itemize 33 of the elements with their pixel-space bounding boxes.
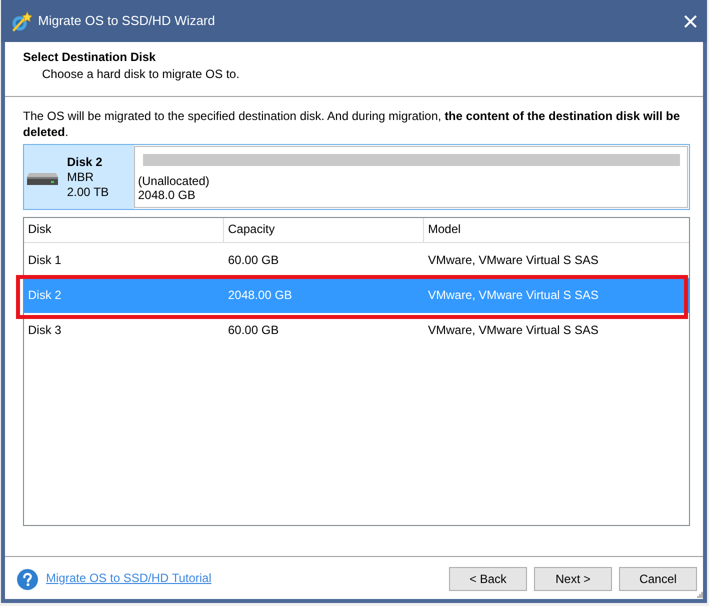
step-subtitle: Choose a hard disk to migrate OS to. <box>42 66 240 82</box>
description-text: The OS will be migrated to the specified destination disk. And during migration, the content of the destination disk will be deleted. <box>23 108 681 140</box>
help-icon[interactable] <box>17 569 38 590</box>
table-cell: Disk 3 <box>28 322 62 338</box>
disk-row[interactable]: Disk 3 60.00 GB VMware, VMware Virtual S SAS <box>24 313 689 348</box>
disk-name: Disk 2 <box>67 154 104 170</box>
column-header[interactable]: Capacity <box>224 218 424 242</box>
table-cell: 2048.00 GB <box>228 288 292 304</box>
window-title: Migrate OS to SSD/HD Wizard <box>38 12 215 30</box>
partition-label: (Unallocated) <box>138 174 210 188</box>
table-cell: VMware, VMware Virtual S SAS <box>428 252 599 268</box>
partition-scheme: MBR <box>67 170 95 184</box>
table-cell: 60.00 GB <box>228 252 279 268</box>
table-cell: VMware, VMware Virtual S SAS <box>428 322 599 338</box>
disk-row[interactable]: Disk 1 60.00 GB VMware, VMware Virtual S SAS <box>24 243 689 278</box>
partition-block[interactable]: (Unallocated) 2048.0 GB <box>134 146 688 208</box>
wizard-button[interactable]: Next > <box>534 567 612 591</box>
tutorial-link[interactable]: Migrate OS to SSD/HD Tutorial <box>46 571 212 587</box>
resize-grip-icon[interactable] <box>697 592 703 598</box>
table-cell: Disk 1 <box>28 252 62 268</box>
disk-size: 2.00 TB <box>67 184 109 200</box>
wizard-button[interactable]: Cancel <box>619 567 697 591</box>
step-title: Select Destination Disk <box>23 50 156 66</box>
disk-map-card[interactable]: Disk 2 MBR 2.00 TB (Unallocated) 2048.0 GB <box>23 144 690 210</box>
table-cell: VMware, VMware Virtual S SAS <box>428 288 599 304</box>
close-icon[interactable] <box>684 14 697 28</box>
table-cell: 60.00 GB <box>228 322 279 338</box>
partition-size: 2048.0 GB <box>138 188 196 202</box>
column-header[interactable]: Model <box>424 218 689 242</box>
table-cell: Disk 2 <box>28 288 62 304</box>
column-header[interactable]: Disk <box>24 218 224 242</box>
wizard-button[interactable]: < Back <box>449 567 527 591</box>
wand-icon <box>11 10 32 32</box>
